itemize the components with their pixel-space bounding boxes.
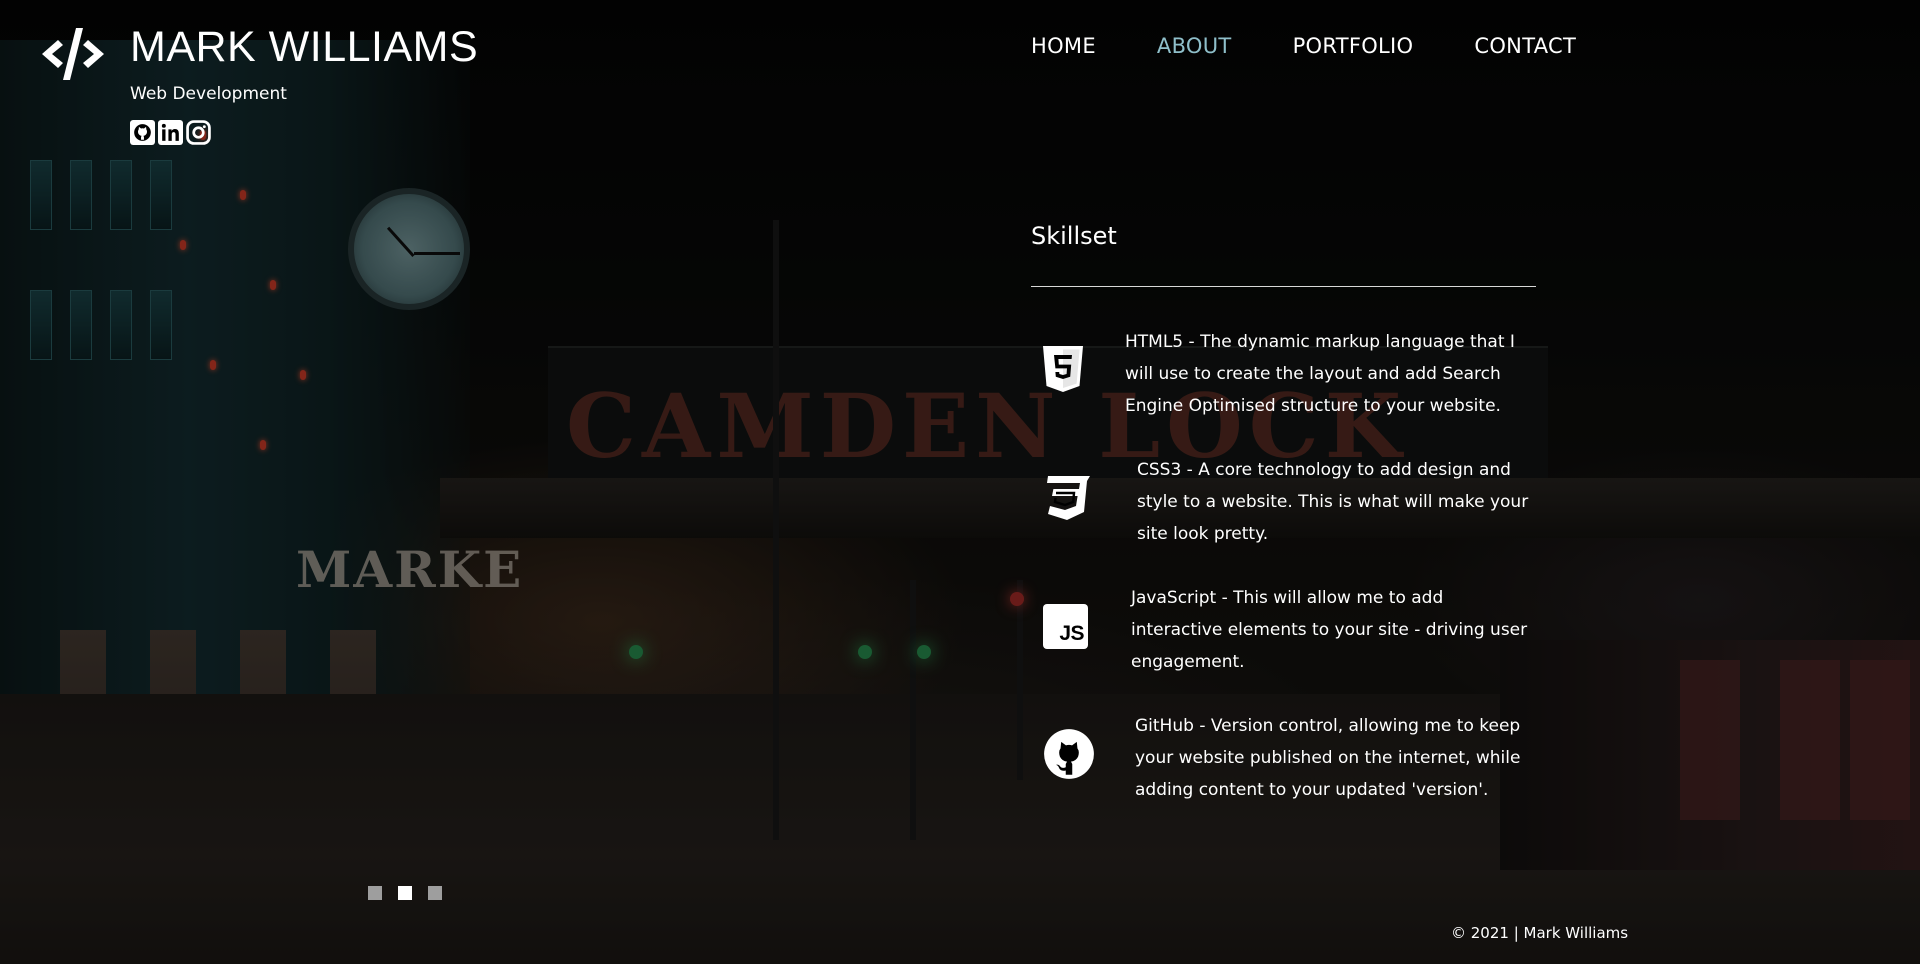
slider-dot-2[interactable] xyxy=(398,886,412,900)
javascript-icon-label: JS xyxy=(1059,622,1084,645)
html5-icon xyxy=(1043,346,1083,392)
skill-css3-line: style to a website. This is what will ma… xyxy=(1137,492,1529,512)
skill-html5-line: Engine Optimised structure to your websi… xyxy=(1125,396,1501,416)
skill-html5-line: will use to create the layout and add Se… xyxy=(1125,364,1501,384)
skillset-title: Skillset xyxy=(1031,222,1117,250)
slider-dot-1[interactable] xyxy=(368,886,382,900)
instagram-icon[interactable] xyxy=(186,120,211,145)
slider-dots xyxy=(368,886,442,900)
skill-html5-line: HTML5 - The dynamic markup language that… xyxy=(1125,332,1515,352)
linkedin-icon[interactable] xyxy=(158,120,183,145)
skill-javascript-line: JavaScript - This will allow me to add xyxy=(1131,588,1444,608)
skill-github-line: adding content to your updated 'version'… xyxy=(1135,780,1489,800)
code-slash-icon[interactable] xyxy=(40,26,106,82)
social-links xyxy=(130,120,478,145)
skill-github-line: GitHub - Version control, allowing me to… xyxy=(1135,716,1521,736)
main-nav: HOME ABOUT PORTFOLIO CONTACT xyxy=(1031,34,1637,58)
github-icon xyxy=(1044,729,1094,779)
brand-subtitle: Web Development xyxy=(130,84,287,104)
nav-contact[interactable]: CONTACT xyxy=(1474,34,1576,58)
brand-name[interactable]: MARK WILLIAMS xyxy=(130,24,478,70)
skill-javascript-line: interactive elements to your site - driv… xyxy=(1131,620,1528,640)
divider xyxy=(1031,286,1536,287)
nav-home[interactable]: HOME xyxy=(1031,34,1096,58)
skill-css3-line: site look pretty. xyxy=(1137,524,1269,544)
slider-dot-3[interactable] xyxy=(428,886,442,900)
skillset-section: Skillset HTML5 - The dynamic markup lang… xyxy=(1031,222,1536,800)
github-icon[interactable] xyxy=(130,120,155,145)
nav-portfolio[interactable]: PORTFOLIO xyxy=(1293,34,1414,58)
css3-icon xyxy=(1047,476,1090,520)
skill-css3-line: CSS3 - A core technology to add design a… xyxy=(1137,460,1511,480)
footer-copyright: © 2021 | Mark Williams xyxy=(1451,924,1629,942)
brand: MARK WILLIAMS Web Development xyxy=(40,24,478,145)
javascript-icon: JS xyxy=(1043,604,1088,649)
nav-about[interactable]: ABOUT xyxy=(1157,34,1232,58)
skill-github-line: your website published on the internet, … xyxy=(1135,748,1521,768)
skill-javascript-line: engagement. xyxy=(1131,652,1245,672)
